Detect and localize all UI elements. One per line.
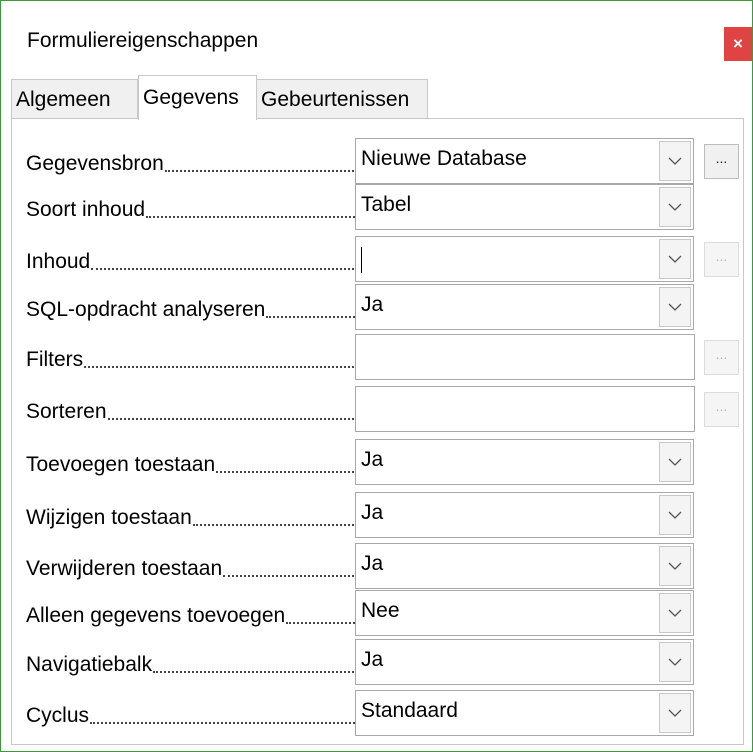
row-verwijderen-toestaan: Verwijderen toestaan Ja [12, 543, 745, 589]
content-type-combobox[interactable]: Tabel [355, 184, 694, 230]
field-label: Inhoud [26, 236, 362, 282]
tab-gegevens[interactable]: Gegevens [138, 75, 257, 120]
navigation-bar-combobox[interactable]: Ja [355, 639, 694, 685]
data-source-combobox[interactable]: Nieuwe Database [355, 138, 694, 184]
dropdown-button[interactable] [659, 141, 691, 181]
tab-gebeurtenissen[interactable]: Gebeurtenissen [256, 79, 428, 119]
combobox-value: Tabel [361, 193, 412, 216]
tab-label: Algemeen [16, 87, 111, 111]
ellipsis-icon: ... [715, 149, 728, 166]
allow-additions-combobox[interactable]: Ja [355, 439, 694, 485]
field-label: Cyclus [26, 690, 362, 736]
data-properties-panel: Gegevensbron Nieuwe Database ... Soort i… [11, 118, 744, 745]
field-label: Wijzigen toestaan [26, 492, 362, 538]
dropdown-button[interactable] [659, 693, 691, 733]
tab-label: Gegevens [143, 86, 239, 109]
combobox-value: Ja [361, 448, 384, 471]
chevron-down-icon [668, 303, 682, 311]
field-label: Gegevensbron [26, 138, 362, 184]
row-wijzigen-toestaan: Wijzigen toestaan Ja [12, 492, 745, 538]
chevron-down-icon [668, 658, 682, 666]
field-label: Toevoegen toestaan [26, 439, 362, 485]
allow-deletions-combobox[interactable]: Ja [355, 543, 694, 589]
chevron-down-icon [668, 255, 682, 263]
combobox-value: Ja [361, 648, 384, 671]
analyze-sql-combobox[interactable]: Ja [355, 284, 694, 330]
combobox-value: Ja [361, 293, 384, 316]
combobox-value: Nee [361, 599, 400, 622]
combobox-value: Nieuwe Database [361, 147, 527, 170]
chevron-down-icon [668, 203, 682, 211]
combobox-value: Ja [361, 552, 384, 575]
filter-more-button[interactable]: ... [704, 340, 739, 375]
add-data-only-combobox[interactable]: Nee [355, 590, 694, 636]
tab-bar: Algemeen Gegevens Gebeurtenissen [11, 75, 746, 120]
title-bar: Formuliereigenschappen × [1, 1, 752, 73]
ellipsis-icon: ... [715, 397, 728, 414]
combobox-value: Ja [361, 501, 384, 524]
field-label: Navigatiebalk [26, 639, 362, 685]
field-label: Soort inhoud [26, 184, 362, 230]
row-filters: Filters ... [12, 334, 745, 380]
chevron-down-icon [668, 609, 682, 617]
dropdown-button[interactable] [659, 187, 691, 227]
chevron-down-icon [668, 709, 682, 717]
sort-more-button[interactable]: ... [704, 392, 739, 427]
dropdown-button[interactable] [659, 442, 691, 482]
cycle-combobox[interactable]: Standaard [355, 690, 694, 736]
dialog-title: Formuliereigenschappen [27, 29, 259, 52]
row-soort-inhoud: Soort inhoud Tabel [12, 184, 745, 230]
field-label: Sorteren [26, 386, 362, 432]
data-source-more-button[interactable]: ... [704, 144, 739, 179]
field-label: SQL-opdracht analyseren [26, 284, 362, 330]
row-gegevensbron: Gegevensbron Nieuwe Database ... [12, 138, 745, 184]
ellipsis-icon: ... [715, 247, 728, 264]
chevron-down-icon [668, 511, 682, 519]
close-button[interactable]: × [724, 27, 752, 61]
dropdown-button[interactable] [659, 642, 691, 682]
field-label: Verwijderen toestaan [26, 543, 362, 589]
tab-label: Gebeurtenissen [261, 87, 410, 111]
row-alleen-gegevens-toevoegen: Alleen gegevens toevoegen Nee [12, 590, 745, 636]
sort-input[interactable] [355, 386, 695, 432]
row-inhoud: Inhoud ... [12, 236, 745, 282]
dropdown-button[interactable] [659, 593, 691, 633]
dropdown-button[interactable] [659, 287, 691, 327]
ellipsis-icon: ... [715, 345, 728, 362]
allow-modifications-combobox[interactable]: Ja [355, 492, 694, 538]
text-cursor [361, 247, 362, 273]
filter-input[interactable] [355, 334, 695, 380]
chevron-down-icon [668, 157, 682, 165]
dropdown-button[interactable] [659, 239, 691, 279]
row-toevoegen-toestaan: Toevoegen toestaan Ja [12, 439, 745, 485]
content-combobox[interactable] [355, 236, 694, 282]
row-cyclus: Cyclus Standaard [12, 690, 745, 736]
field-label: Alleen gegevens toevoegen [26, 590, 362, 636]
content-more-button[interactable]: ... [704, 242, 739, 277]
form-properties-dialog: Formuliereigenschappen × Algemeen Gegeve… [0, 0, 753, 752]
chevron-down-icon [668, 458, 682, 466]
dropdown-button[interactable] [659, 546, 691, 586]
field-label: Filters [26, 334, 362, 380]
close-icon: × [733, 34, 743, 53]
row-sql-analyseren: SQL-opdracht analyseren Ja [12, 284, 745, 330]
combobox-value: Standaard [361, 699, 458, 722]
dropdown-button[interactable] [659, 495, 691, 535]
row-navigatiebalk: Navigatiebalk Ja [12, 639, 745, 685]
chevron-down-icon [668, 562, 682, 570]
tab-algemeen[interactable]: Algemeen [11, 79, 138, 119]
row-sorteren: Sorteren ... [12, 386, 745, 432]
